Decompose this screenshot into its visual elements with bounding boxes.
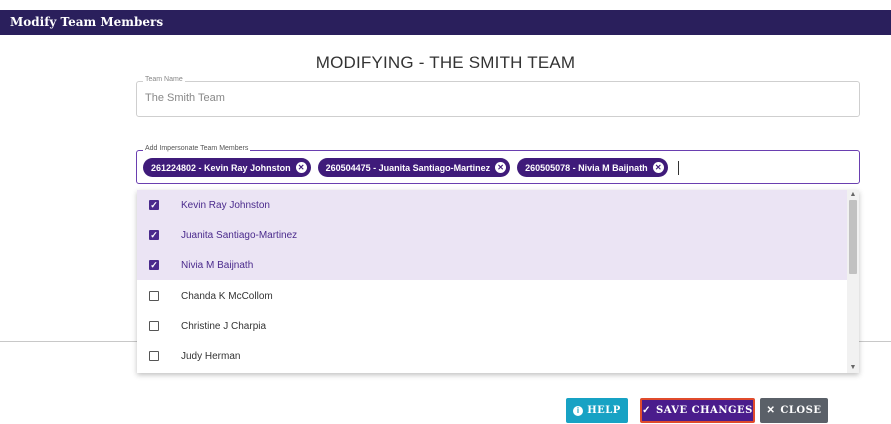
team-name-label: Team Name — [143, 76, 185, 83]
checkbox[interactable] — [149, 351, 159, 361]
window-titlebar: Modify Team Members — [0, 10, 891, 35]
checkmark-icon: ✓ — [642, 405, 652, 416]
window-title: Modify Team Members — [10, 15, 164, 29]
close-button-label: CLOSE — [780, 405, 822, 416]
members-autocomplete[interactable]: Add Impersonate Team Members 261224802 -… — [136, 145, 860, 184]
scroll-down-icon[interactable]: ▼ — [847, 363, 859, 373]
remove-chip-icon[interactable]: ✕ — [495, 162, 507, 173]
member-option[interactable]: ✓ Nivia M Baijnath — [137, 250, 847, 280]
member-option[interactable]: Christine J Charpia — [137, 311, 847, 341]
member-option[interactable]: Chanda K McCollom — [137, 281, 847, 311]
remove-chip-icon[interactable]: ✕ — [652, 162, 664, 173]
team-name-value: The Smith Team — [145, 92, 225, 104]
remove-chip-icon[interactable]: ✕ — [295, 162, 307, 173]
close-icon: ✕ — [766, 405, 776, 416]
member-option[interactable]: Judy Herman — [137, 341, 847, 371]
dropdown-scrollbar[interactable]: ▲ ▼ — [847, 190, 859, 373]
check-icon: ✓ — [150, 259, 158, 270]
member-chip[interactable]: 260505078 - Nivia M Baijnath ✕ — [517, 158, 668, 177]
team-name-field[interactable]: Team Name The Smith Team — [136, 76, 860, 117]
text-caret — [677, 160, 679, 175]
member-chip-label: 260504475 - Juanita Santiago-Martinez — [325, 162, 491, 173]
member-option-label: Juanita Santiago-Martinez — [181, 229, 298, 241]
scroll-thumb[interactable] — [849, 200, 857, 274]
checkbox[interactable]: ✓ — [149, 260, 159, 270]
members-label: Add Impersonate Team Members — [143, 145, 251, 152]
member-option-label: Kevin Ray Johnston — [181, 199, 270, 211]
member-option-label: Chanda K McCollom — [181, 290, 273, 302]
member-chip-label: 261224802 - Kevin Ray Johnston — [151, 162, 291, 173]
page-heading: MODIFYING - THE SMITH TEAM — [315, 53, 576, 72]
member-chip[interactable]: 261224802 - Kevin Ray Johnston ✕ — [143, 158, 311, 177]
scroll-up-icon[interactable]: ▲ — [847, 190, 859, 200]
member-option[interactable]: ✓ Kevin Ray Johnston — [137, 190, 847, 220]
member-chip[interactable]: 260504475 - Juanita Santiago-Martinez ✕ — [317, 158, 511, 177]
check-icon: ✓ — [150, 199, 158, 210]
help-button-label: HELP — [587, 405, 621, 416]
checkbox[interactable] — [149, 321, 159, 331]
checkbox[interactable]: ✓ — [149, 230, 159, 240]
members-dropdown[interactable]: ✓ Kevin Ray Johnston ✓ Juanita Santiago-… — [137, 190, 859, 373]
checkbox[interactable] — [149, 291, 159, 301]
member-option[interactable]: ✓ Juanita Santiago-Martinez — [137, 220, 847, 250]
member-option-label: Nivia M Baijnath — [181, 259, 254, 271]
member-chip-label: 260505078 - Nivia M Baijnath — [525, 162, 648, 173]
check-icon: ✓ — [150, 229, 158, 240]
info-icon: i — [573, 405, 584, 416]
save-button-label: SAVE CHANGES — [656, 405, 753, 416]
checkbox[interactable]: ✓ — [149, 200, 159, 210]
save-changes-button[interactable]: ✓ SAVE CHANGES — [640, 398, 755, 423]
close-button[interactable]: ✕ CLOSE — [760, 398, 828, 423]
member-option-label: Christine J Charpia — [181, 320, 267, 332]
member-option-label: Judy Herman — [181, 350, 241, 362]
help-button[interactable]: i HELP — [566, 398, 628, 423]
